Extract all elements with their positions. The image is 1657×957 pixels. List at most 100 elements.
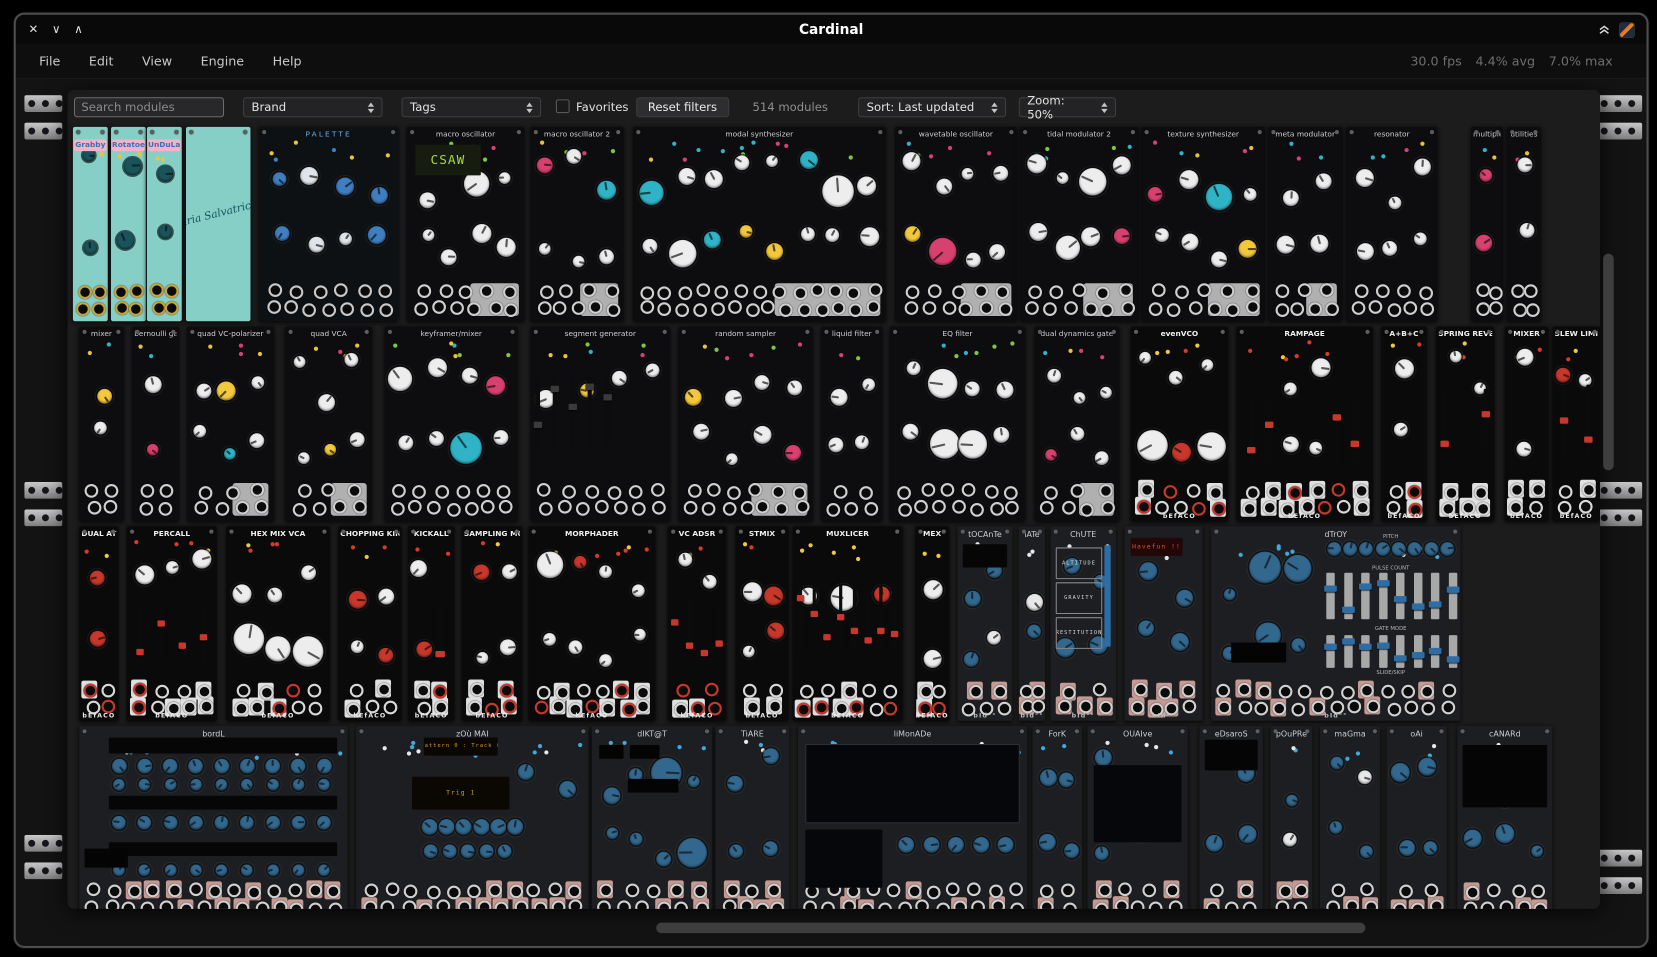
section-label: GATE MODE: [1375, 625, 1407, 631]
module-slew-limiter[interactable]: SLEW LIMITERbEfACO: [1552, 327, 1600, 521]
jack-port: [588, 300, 602, 314]
menu-view[interactable]: View: [142, 54, 172, 69]
jack-port: [1392, 902, 1406, 909]
horizontal-scrollbar[interactable]: [656, 923, 1365, 934]
jack-port: [1500, 900, 1514, 909]
jack-port: [1026, 301, 1040, 315]
module-dtroy[interactable]: dTrOYPITCHPULSE COUNTGATE MODESLIDE/SKIP…: [1211, 526, 1460, 720]
module-mixer[interactable]: MIXERbEfACO: [1505, 327, 1548, 521]
menu-engine[interactable]: Engine: [201, 54, 244, 69]
module-texture-synthesizer[interactable]: texture synthesizer: [1141, 127, 1265, 321]
module-zo-mai[interactable]: zOù MAIPattern 0 : Track 0Trig 1bId°°: [356, 726, 588, 909]
jack-port: [1246, 486, 1260, 500]
module-percall[interactable]: PERCALLbEfACO: [127, 526, 217, 720]
module-quad-vca[interactable]: quad VCA: [285, 327, 372, 521]
knob: [961, 168, 973, 180]
jack-port: [548, 883, 562, 897]
module-tidal-modulator-2[interactable]: tidal modulator 2: [1020, 127, 1138, 321]
knob: [1358, 771, 1372, 785]
jack-port: [625, 883, 639, 897]
module-dual-dynamics-gate[interactable]: dual dynamics gate: [1035, 327, 1120, 521]
module-segment-generator[interactable]: segment generator: [531, 327, 670, 521]
module-stmix[interactable]: STMIXbEfACO: [736, 526, 789, 720]
module-edsaros[interactable]: eDsaroSbId°°: [1199, 726, 1262, 909]
module-quad-vc-polarizer[interactable]: quad VC-polarizer: [187, 327, 274, 521]
module-panel-2-14[interactable]: Havefun !!bId°°: [1124, 526, 1202, 720]
module-kickall[interactable]: KICKALLbEfACO: [408, 526, 454, 720]
led: [506, 353, 510, 357]
module-dual-atenuverter[interactable]: DUAL ATENUVERTERbEfACO: [79, 526, 118, 720]
module-limonade[interactable]: liMonADebId°°: [798, 726, 1027, 909]
module-mixer[interactable]: mixer: [79, 327, 123, 521]
module-keyframer-mixer[interactable]: keyframer/mixer: [385, 327, 518, 521]
jack-port: [848, 303, 862, 317]
module-evenvco[interactable]: evenVCObEfACO: [1131, 327, 1228, 521]
module-grabby[interactable]: Grabby: [73, 127, 108, 321]
module-utilities[interactable]: utilities: [1507, 127, 1541, 321]
module-canard[interactable]: cANARdbId°°: [1457, 726, 1552, 909]
module-multiples[interactable]: multiples: [1471, 127, 1503, 321]
module-muxlicer[interactable]: MUXLICERbEfACO: [793, 526, 903, 720]
led: [610, 149, 614, 153]
module-bernoulli-gate[interactable]: bernoulli gate: [132, 327, 178, 521]
module-morphader[interactable]: MORPHADERbEfACO: [528, 526, 655, 720]
module-tiare[interactable]: TiAREbId°°: [715, 726, 789, 909]
module-sampling-modulator[interactable]: SAMPLING MODULATORbEfACO: [462, 526, 522, 720]
slider-track: [1335, 400, 1339, 466]
module-eq-filter[interactable]: EQ filter: [890, 327, 1025, 521]
module-rotatoes[interactable]: Rotatoes: [111, 127, 146, 321]
module-macro-oscillator[interactable]: macro oscillatorCSAW: [407, 127, 524, 321]
module-fork[interactable]: ForKbId°°: [1032, 726, 1082, 909]
knob: [240, 759, 255, 774]
close-button[interactable]: ✕: [29, 15, 39, 45]
module-poupre[interactable]: pOuPRebId°°: [1270, 726, 1312, 909]
module-chute[interactable]: ChUTEALTITUDEGRAVITYRESTITUTIONbId°°: [1050, 526, 1116, 720]
module-meta-modulator[interactable]: meta modulator: [1268, 127, 1342, 321]
module-oai[interactable]: oAibId°°: [1387, 726, 1447, 909]
unshade-button[interactable]: ∧: [74, 15, 83, 45]
module-wavetable-oscillator[interactable]: wavetable oscillator: [895, 127, 1017, 321]
module-spring-reverb[interactable]: SPRING REVERBbEfACO: [1436, 327, 1494, 521]
module-a-b-c[interactable]: A+B+CbEfACO: [1381, 327, 1426, 521]
knob: [337, 177, 355, 195]
jack-port: [307, 684, 321, 698]
module-palette[interactable]: PALETTE: [259, 127, 398, 321]
module-modal-synthesizer[interactable]: modal synthesizer: [633, 127, 886, 321]
menu-edit[interactable]: Edit: [89, 54, 114, 69]
module-hex-mix-vca[interactable]: HEX MIX VCAbEfACO: [226, 526, 330, 720]
module-macro-oscillator-2[interactable]: macro oscillator 2: [531, 127, 624, 321]
jack-port: [130, 285, 144, 299]
menu-file[interactable]: File: [39, 54, 60, 69]
module-tocante[interactable]: tOCAnTebId°°: [957, 526, 1012, 720]
keep-above-icon[interactable]: [1598, 23, 1611, 36]
knob: [1423, 842, 1437, 856]
vertical-scrollbar[interactable]: [1603, 254, 1614, 471]
shade-button[interactable]: ∨: [52, 15, 61, 45]
window-controls: ✕ ∨ ∧: [29, 15, 83, 45]
module-panel-0-3[interactable]: Aria Salvatrice: [186, 127, 250, 321]
module-bordl[interactable]: bordLbId°°: [79, 726, 347, 909]
module-rampage[interactable]: RAMPAGEbEfACO: [1236, 327, 1372, 521]
app-indicator-icon[interactable]: [1620, 23, 1634, 37]
module-resonator[interactable]: resonator: [1346, 127, 1437, 321]
knob: [267, 779, 279, 791]
module-ouaive[interactable]: OUAIvebId°°: [1087, 726, 1187, 909]
module-late[interactable]: lATebId°°: [1019, 526, 1045, 720]
module-mex[interactable]: MEXbEfACO: [915, 526, 949, 720]
slider-handle: [1265, 422, 1273, 428]
led: [1195, 153, 1199, 157]
menu-help[interactable]: Help: [273, 54, 302, 69]
module-liquid-filter[interactable]: liquid filter: [821, 327, 882, 521]
knob: [1399, 840, 1415, 856]
knob: [1330, 757, 1343, 770]
module-title: evenVCO: [1133, 329, 1226, 340]
module-dikt-t[interactable]: dIKT@TbId°°: [592, 726, 712, 909]
knob: [214, 759, 229, 774]
module-magma[interactable]: maGmabId°°: [1320, 726, 1380, 909]
jack-port: [392, 484, 406, 498]
module-chopping-kinky[interactable]: CHOPPING KINKYbEfACO: [338, 526, 401, 720]
module-undular[interactable]: UnDuLaR: [147, 127, 182, 321]
module-vc-adsr[interactable]: VC ADSRbEfACO: [668, 526, 726, 720]
module-random-sampler[interactable]: random sampler: [678, 327, 812, 521]
led: [85, 549, 89, 553]
